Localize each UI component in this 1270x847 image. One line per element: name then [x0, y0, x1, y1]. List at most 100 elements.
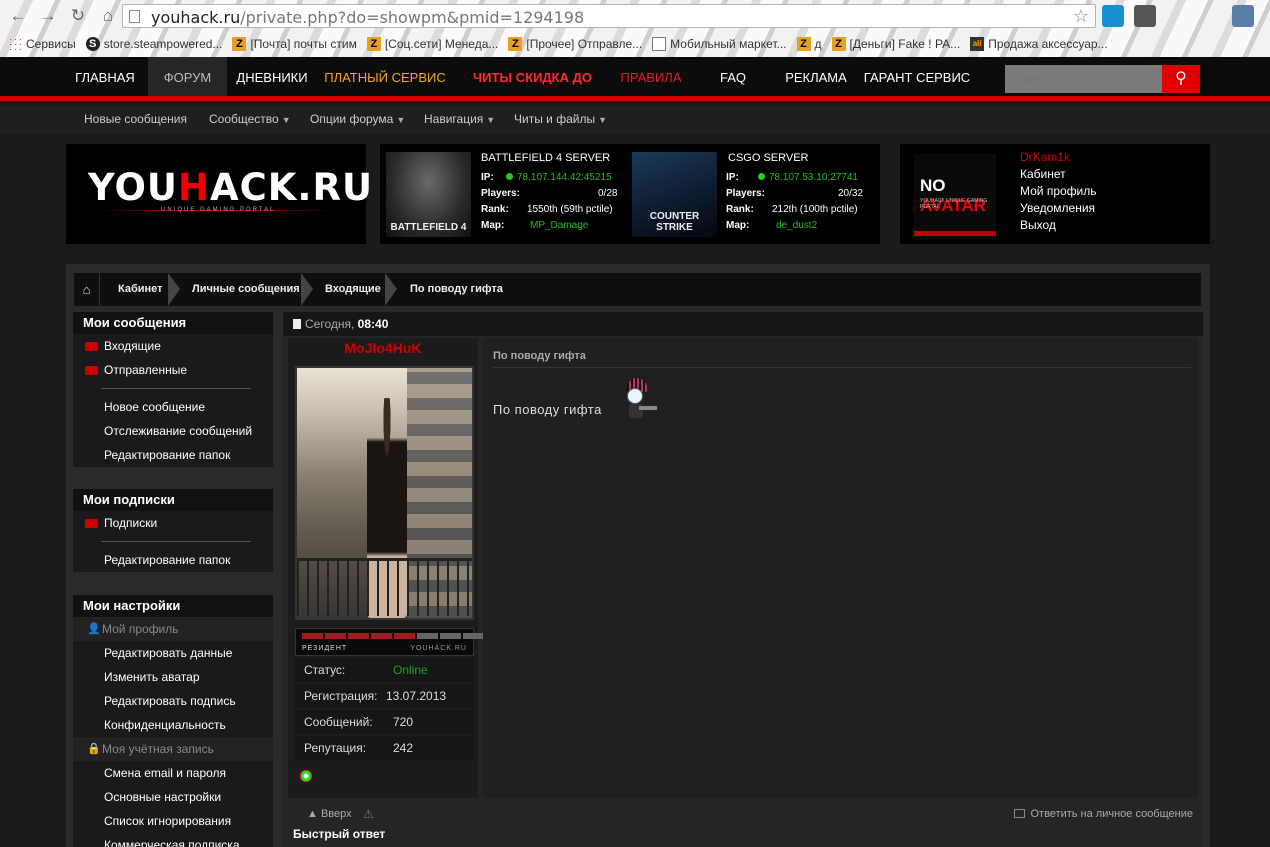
nav-guarantee-service[interactable]: ГАРАНТ СЕРВИС: [862, 57, 972, 96]
z-bookmark-icon: Z: [508, 37, 523, 51]
game-servers-widget: BATTLEFIELD 4 BATTLEFIELD 4 SERVER IP: 7…: [380, 144, 880, 244]
author-avatar[interactable]: [295, 366, 474, 620]
server-players: 20/32: [838, 188, 864, 199]
user-link-notifications[interactable]: Уведомления: [1020, 201, 1095, 215]
bookmark-item[interactable]: Sstore.steampowered...: [85, 37, 222, 51]
server-rank-label: Rank:: [481, 204, 509, 215]
sidebar-item-inbox[interactable]: Входящие: [73, 334, 273, 358]
server-ip[interactable]: 78.107.144.42:45215: [506, 172, 612, 183]
bookmark-label: [Прочее] Отправле...: [526, 37, 643, 51]
sidebar-divider: [73, 535, 273, 548]
post-date: Сегодня,: [305, 317, 355, 331]
extension-icon[interactable]: [1134, 5, 1156, 27]
reload-icon[interactable]: ↻: [68, 6, 88, 26]
sidebar-item-edit-data[interactable]: Редактировать данные: [73, 641, 273, 665]
stat-value: 720: [393, 715, 414, 729]
lock-icon: 🔒: [87, 743, 101, 755]
home-icon[interactable]: ⌂: [98, 6, 118, 26]
stat-value: 242: [393, 741, 414, 755]
current-username[interactable]: DrKam1k: [1020, 150, 1070, 164]
nav-paid-service[interactable]: ПЛАТНЫЙ СЕРВИС: [320, 57, 450, 96]
sidebar-item-sent[interactable]: Отправленные: [73, 358, 273, 382]
bookmarks-bar: Сервисы Sstore.steampowered... Z [Почта] по…: [0, 32, 1270, 56]
server-players-label: Players:: [726, 188, 765, 199]
bookmark-item[interactable]: Мобильный маркет...: [652, 37, 787, 51]
bookmark-item[interactable]: Z [Почта] почты стим: [232, 37, 357, 51]
address-bar[interactable]: youhack.ru/private.php?do=showpm&pmid=12…: [122, 4, 1096, 28]
sidebar-item-edit-folders[interactable]: Редактирование папок: [73, 443, 273, 467]
icq-icon[interactable]: [298, 768, 314, 784]
address-url[interactable]: youhack.ru/private.php?do=showpm&pmid=12…: [151, 8, 584, 27]
subnav-navigation[interactable]: Навигация ▼: [424, 112, 495, 126]
rank-bar: [348, 633, 369, 639]
back-icon[interactable]: ←: [8, 6, 28, 26]
breadcrumb-cabinet[interactable]: Кабинет: [118, 283, 163, 295]
quick-reply-title: Быстрый ответ: [293, 827, 386, 841]
sidebar-item-subscriptions[interactable]: Подписки: [73, 511, 273, 535]
extension-icon[interactable]: [1102, 5, 1124, 27]
smiley-gun: [639, 406, 657, 410]
sidebar-item-tracking[interactable]: Отслеживание сообщений: [73, 419, 273, 443]
user-link-cabinet[interactable]: Кабинет: [1020, 167, 1066, 181]
site-logo[interactable]: YOUHACK.RU UNIQUE GAMING PORTAL: [66, 144, 372, 244]
reply-link[interactable]: Ответить на личное сообщение: [1014, 802, 1193, 826]
server-map-label: Map:: [726, 220, 750, 231]
url-host: youhack.ru: [151, 8, 241, 27]
subnav-cheats-files[interactable]: Читы и файлы ▼: [514, 112, 607, 126]
subnav-community[interactable]: Сообщество ▼: [209, 112, 291, 126]
bookmark-item[interactable]: Z [Соц.сети] Менеда...: [366, 37, 498, 51]
sidebar-section-label: Моя учётная запись: [102, 742, 214, 756]
nav-cheats-discount[interactable]: ЧИТЫ СКИДКА ДО 30%: [460, 57, 605, 127]
bookmark-item[interactable]: Z [Прочее] Отправле...: [508, 37, 642, 51]
caret-down-icon: ▼: [598, 115, 607, 125]
nav-rules[interactable]: ПРАВИЛА: [615, 57, 687, 96]
csgo-server-image[interactable]: COUNTER STRIKE: [632, 152, 717, 237]
nav-forum[interactable]: ФОРУМ: [148, 57, 227, 96]
sidebar-item-email-password[interactable]: Смена email и пароля: [73, 761, 273, 785]
report-warning-icon[interactable]: ⚠: [363, 802, 374, 826]
nav-diaries[interactable]: ДНЕВНИКИ: [231, 57, 313, 96]
subnav-forum-options[interactable]: Опции форума ▼: [310, 112, 405, 126]
bookmark-item[interactable]: Z [Деньги] Fake ! РА...: [831, 37, 960, 51]
sidebar-item-general-settings[interactable]: Основные настройки: [73, 785, 273, 809]
bookmark-item[interactable]: ali Продажа аксессуар...: [970, 37, 1108, 51]
no-avatar-bar: [914, 231, 996, 236]
folder-icon: [85, 366, 98, 375]
sidebar-item-change-avatar[interactable]: Изменить аватар: [73, 665, 273, 689]
user-icon: 👤: [87, 623, 101, 635]
scroll-up-link[interactable]: ▲ Вверх: [307, 802, 352, 826]
sidebar-label: Подписки: [104, 516, 158, 530]
home-icon[interactable]: ⌂: [74, 273, 100, 306]
nav-faq[interactable]: FAQ: [710, 57, 756, 96]
z-bookmark-icon: Z: [831, 37, 846, 51]
forward-icon[interactable]: →: [38, 6, 58, 26]
vk-extension-icon[interactable]: [1232, 5, 1254, 27]
battlefield-server-image[interactable]: BATTLEFIELD 4: [386, 152, 471, 237]
search-button[interactable]: ⚲: [1162, 65, 1200, 93]
bookmark-label: [Почта] почты стим: [250, 37, 357, 51]
avatar-placeholder[interactable]: NO AVATAR YOUHACK UNIQUE GAMING PORTAL: [914, 154, 996, 240]
subnav-new-messages[interactable]: Новые сообщения: [84, 112, 187, 126]
search-input[interactable]: [1005, 65, 1162, 93]
sidebar-item-new-message[interactable]: Новое сообщение: [73, 395, 273, 419]
nav-advertising[interactable]: РЕКЛАМА: [778, 57, 854, 96]
server-ip[interactable]: 78.107.53.10:27741: [758, 172, 858, 183]
nav-home[interactable]: ГЛАВНАЯ: [68, 57, 142, 96]
server-ip-label: IP:: [726, 172, 739, 183]
breadcrumb-inbox[interactable]: Входящие: [325, 283, 381, 295]
sidebar-item-edit-folders[interactable]: Редактирование папок: [73, 548, 273, 572]
sidebar-item-commercial-subscription[interactable]: Коммерческая подписка: [73, 833, 273, 847]
sidebar-item-ignore-list[interactable]: Список игнорирования: [73, 809, 273, 833]
author-username[interactable]: MoJlo4HuK: [288, 340, 478, 356]
sidebar-item-privacy[interactable]: Конфиденциальность: [73, 713, 273, 737]
bookmark-star-icon[interactable]: ☆: [1073, 6, 1089, 27]
bookmark-item[interactable]: Сервисы: [8, 37, 76, 51]
sidebar-item-edit-signature[interactable]: Редактировать подпись: [73, 689, 273, 713]
breadcrumb-private-messages[interactable]: Личные сообщения: [192, 283, 300, 295]
user-link-logout[interactable]: Выход: [1020, 218, 1056, 232]
bookmark-item[interactable]: Zд: [796, 37, 822, 51]
no-avatar-prefix: NO: [920, 176, 946, 195]
user-link-profile[interactable]: Мой профиль: [1020, 184, 1097, 198]
server-title: CSGO SERVER: [728, 152, 809, 164]
z-bookmark-icon: Z: [366, 37, 381, 51]
